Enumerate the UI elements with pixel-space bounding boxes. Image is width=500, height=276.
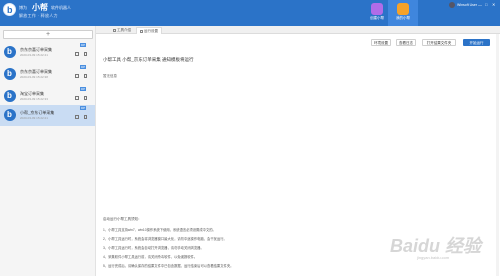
brand-main: 小帮: [32, 3, 48, 12]
top-header: b 博为 小帮 软件机器人 解放工作 · 释放人力 创建小帮 我的小帮 Wins…: [0, 0, 500, 26]
robot-avatar-icon: b: [4, 46, 16, 58]
tab-intro[interactable]: 工具介绍: [110, 27, 134, 34]
page-title: 小帮工具 小帮_京东订单采集 通知模板将运行: [103, 57, 194, 62]
robot-badge: DP: [80, 87, 87, 91]
log-status: 暂无信息: [103, 74, 117, 78]
user-avatar[interactable]: [449, 2, 455, 8]
tab-intro-label: 工具介绍: [117, 28, 131, 32]
trash-icon[interactable]: [84, 74, 87, 78]
trash-icon[interactable]: [84, 96, 87, 100]
document-icon: [113, 28, 116, 32]
trash-icon[interactable]: [84, 52, 87, 56]
maximize-icon[interactable]: □: [485, 2, 487, 7]
robot-badge: DP: [80, 43, 87, 47]
view-log-button[interactable]: 查看日志: [396, 39, 416, 46]
guide-title: 启动运行小帮工具须知：: [103, 217, 142, 221]
guide-item: 2、小帮工具运行时，系统会将浏览器窗口最大化，请勿中途操作电脑，会干扰运行。: [103, 237, 227, 241]
my-robots-button[interactable]: 我的小帮: [388, 0, 418, 26]
robot-list-sidebar: + b 京东京喜订单采集 2020-03-09 15:22:41 DP b 京东…: [0, 26, 96, 276]
minimize-icon[interactable]: —: [478, 2, 482, 7]
tab-run-settings[interactable]: 运行设置: [136, 27, 162, 34]
open-results-folder-button[interactable]: 打开结果文件夹: [422, 39, 456, 46]
watermark-url: jingyan.baidu.com: [417, 255, 450, 260]
tab-run-settings-label: 运行设置: [144, 29, 158, 33]
robot-list-item[interactable]: b 京东京喜订单采集 2020-03-09 15:22:38 DP: [0, 64, 95, 85]
tab-bar: 工具介绍 运行设置: [96, 26, 500, 34]
robot-list-item-active[interactable]: b 小帮_京东订单采集 2020-03-09 15:22:21 DP: [0, 105, 95, 126]
my-robots-label: 我的小帮: [396, 16, 410, 20]
close-icon[interactable]: ✕: [492, 2, 495, 7]
brand-small: 博为: [19, 5, 27, 10]
robot-avatar-icon: b: [4, 90, 16, 102]
edit-icon[interactable]: [75, 74, 79, 78]
edit-icon[interactable]: [75, 96, 79, 100]
robot-time: 2020-03-09 15:22:41: [20, 53, 48, 57]
guide-item: 1、小帮工具支持win7、win10操作系统下使用，系统语言必须设置成中文的。: [103, 228, 216, 232]
app-window: b 博为 小帮 软件机器人 解放工作 · 释放人力 创建小帮 我的小帮 Wins…: [0, 0, 500, 276]
robot-list-item[interactable]: b 淘宝订单采集 2020-03-09 15:22:33 DP: [0, 86, 95, 107]
robot-time: 2020-03-09 15:22:21: [20, 116, 48, 120]
edit-icon[interactable]: [75, 52, 79, 56]
start-run-button[interactable]: 开始运行: [463, 39, 490, 46]
edit-icon[interactable]: [75, 115, 79, 119]
robot-avatar-icon: b: [4, 68, 16, 80]
robot-avatar-icon: b: [4, 109, 16, 121]
environment-settings-button[interactable]: 环境设置: [371, 39, 391, 46]
robot-badge: DP: [80, 65, 87, 69]
guide-item: 5、运行完成后，请确认保存的结果文件中已包含数据，运行结束后可以查看结果文件夹。: [103, 264, 234, 268]
create-icon: [371, 3, 383, 15]
scrollbar[interactable]: [496, 34, 499, 276]
robot-badge: DP: [80, 106, 87, 110]
new-robot-button[interactable]: +: [3, 30, 93, 39]
user-name[interactable]: Winsoft User: [457, 3, 477, 7]
logo: b: [3, 3, 16, 16]
trash-icon[interactable]: [84, 115, 87, 119]
robot-list-item[interactable]: b 京东京喜订单采集 2020-03-09 15:22:41 DP: [0, 42, 95, 63]
robot-time: 2020-03-09 15:22:33: [20, 97, 48, 101]
brand-sub: 软件机器人: [51, 5, 71, 10]
slogan: 解放工作 · 释放人力: [19, 13, 58, 18]
robot-icon: [397, 3, 409, 15]
plus-icon: +: [46, 31, 51, 38]
robot-time: 2020-03-09 15:22:38: [20, 75, 48, 79]
guide-item: 3、小帮工具运行时，系统会自动打开浏览器，请勿手动关闭浏览器。: [103, 246, 204, 250]
guide-item: 4、采集软件小帮工具运行前，请关闭杀毒软件，以免误报软件。: [103, 255, 198, 259]
settings-icon: [140, 29, 143, 33]
